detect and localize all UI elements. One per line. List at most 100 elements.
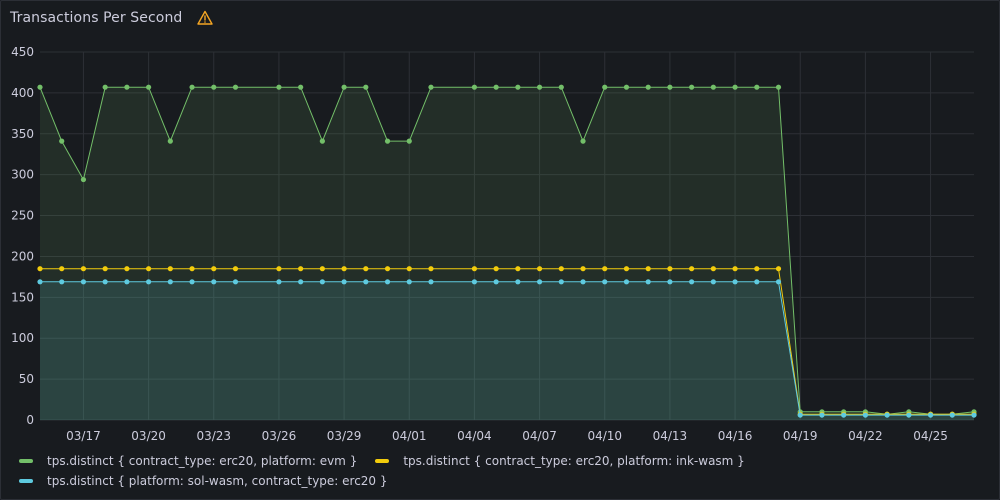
data-point [406, 266, 412, 272]
data-point [232, 84, 239, 90]
y-tick-label: 50 [19, 372, 34, 386]
data-point [298, 279, 304, 285]
data-point [797, 412, 803, 418]
data-point [602, 84, 608, 90]
data-point [493, 279, 499, 285]
data-point [623, 279, 630, 285]
data-point [37, 266, 43, 272]
data-point [536, 266, 543, 272]
data-point [645, 84, 651, 90]
data-point [471, 84, 478, 90]
legend-item-sol-wasm[interactable]: tps.distinct { platform: sol-wasm, contr… [19, 474, 388, 488]
data-point [710, 84, 716, 90]
data-point [167, 279, 173, 285]
data-point [645, 279, 651, 285]
data-point [80, 279, 87, 285]
x-tick-label: 03/26 [262, 429, 297, 443]
panel: Transactions Per Second 0 50 100 150 200 250 3… [0, 0, 1000, 500]
data-point [602, 266, 608, 272]
y-tick-label: 250 [11, 209, 34, 223]
x-tick-label: 04/04 [457, 429, 492, 443]
data-point [493, 84, 499, 90]
x-tick-label: 04/22 [848, 429, 883, 443]
data-point [341, 279, 347, 285]
data-point [689, 279, 695, 285]
data-point [124, 84, 130, 90]
data-point [211, 84, 217, 90]
data-point [167, 266, 173, 272]
legend-row-2: tps.distinct { platform: sol-wasm, contr… [19, 471, 979, 491]
data-point [580, 266, 586, 272]
y-tick-label: 0 [26, 413, 34, 427]
data-point [341, 84, 347, 90]
legend-swatch-evm [19, 459, 33, 463]
y-tick-label: 400 [11, 86, 34, 100]
legend-row-1: tps.distinct { contract_type: erc20, pla… [19, 451, 979, 471]
data-point [732, 84, 738, 90]
data-point [536, 279, 543, 285]
data-point [971, 412, 977, 418]
data-point [710, 266, 716, 272]
data-point [232, 266, 239, 272]
data-point [428, 266, 434, 272]
data-point [319, 138, 325, 144]
data-point [406, 138, 412, 144]
y-tick-label: 150 [11, 290, 34, 304]
data-point [276, 84, 282, 90]
data-point [623, 266, 630, 272]
data-point [623, 84, 630, 90]
data-point [667, 279, 673, 285]
data-point [384, 266, 391, 272]
data-point [754, 266, 760, 272]
data-point [276, 279, 282, 285]
x-tick-label: 04/07 [522, 429, 557, 443]
data-point [406, 279, 412, 285]
data-point [363, 84, 369, 90]
data-point [493, 266, 499, 272]
legend-label-evm: tps.distinct { contract_type: erc20, pla… [47, 454, 358, 468]
data-point [515, 84, 521, 90]
data-point [949, 412, 955, 418]
data-point [146, 266, 152, 272]
data-point [580, 138, 586, 144]
data-point [927, 412, 934, 418]
data-point [884, 412, 890, 418]
data-point [732, 266, 738, 272]
data-point [384, 279, 391, 285]
data-point [189, 84, 195, 90]
series-area-2 [40, 281, 974, 420]
data-point [124, 266, 130, 272]
data-point [211, 279, 217, 285]
data-point [363, 266, 369, 272]
data-point [80, 266, 87, 272]
data-point [341, 266, 347, 272]
data-point [732, 279, 738, 285]
x-tick-label: 04/25 [913, 429, 948, 443]
data-point [645, 266, 651, 272]
data-point [167, 138, 173, 144]
data-point [124, 279, 130, 285]
data-point [775, 84, 782, 90]
x-tick-label: 04/19 [783, 429, 818, 443]
x-tick-label: 03/17 [66, 429, 101, 443]
data-point [515, 279, 521, 285]
data-point [558, 266, 564, 272]
data-point [428, 279, 434, 285]
y-tick-label: 450 [11, 45, 34, 59]
y-tick-label: 350 [11, 127, 34, 141]
data-point [754, 279, 760, 285]
data-point [471, 266, 478, 272]
y-tick-label: 200 [11, 249, 34, 263]
chart-area[interactable]: 0 50 100 150 200 250 300 350 400 450 03/17 03/20 03/… [1, 1, 1000, 451]
data-point [298, 84, 304, 90]
legend-item-evm[interactable]: tps.distinct { contract_type: erc20, pla… [19, 454, 357, 468]
y-tick-label: 300 [11, 168, 34, 182]
data-point [689, 266, 695, 272]
data-point [536, 84, 543, 90]
data-point [189, 266, 195, 272]
data-point [819, 412, 825, 418]
data-point [384, 138, 391, 144]
legend-item-ink-wasm[interactable]: tps.distinct { contract_type: erc20, pla… [375, 454, 745, 468]
data-point [37, 279, 43, 285]
data-point [602, 279, 608, 285]
